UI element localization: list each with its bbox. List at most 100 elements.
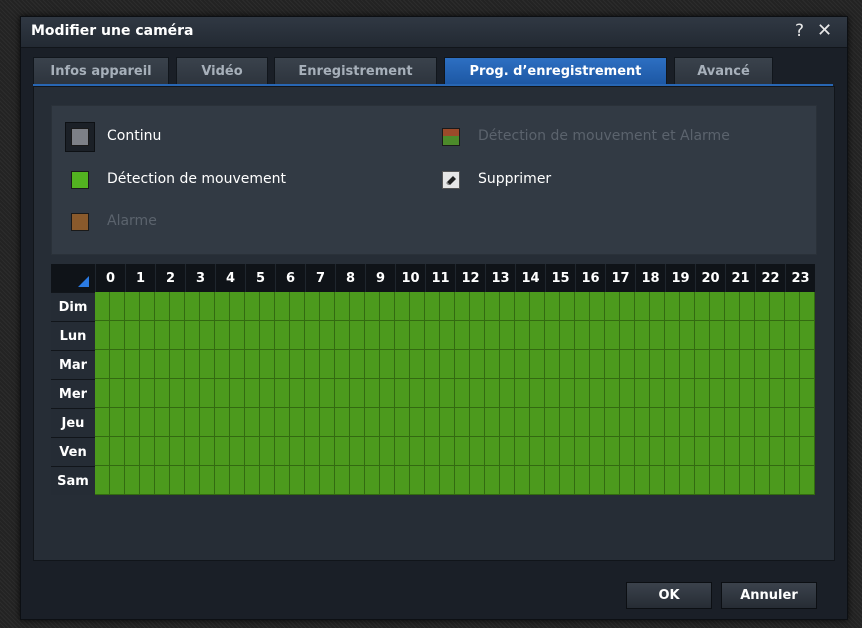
- schedule-cell[interactable]: [515, 408, 530, 437]
- schedule-cell[interactable]: [155, 466, 170, 495]
- schedule-cell[interactable]: [785, 292, 800, 321]
- schedule-cell[interactable]: [230, 466, 245, 495]
- schedule-cell[interactable]: [635, 350, 650, 379]
- schedule-cell[interactable]: [410, 466, 425, 495]
- schedule-cell[interactable]: [455, 292, 470, 321]
- schedule-cell[interactable]: [410, 350, 425, 379]
- schedule-cell[interactable]: [800, 379, 815, 408]
- schedule-cell[interactable]: [425, 292, 440, 321]
- schedule-cell[interactable]: [305, 321, 320, 350]
- schedule-cell[interactable]: [785, 408, 800, 437]
- ok-button[interactable]: OK: [626, 582, 712, 609]
- schedule-cell[interactable]: [560, 321, 575, 350]
- schedule-cell[interactable]: [620, 379, 635, 408]
- schedule-cell[interactable]: [365, 292, 380, 321]
- schedule-cell[interactable]: [140, 350, 155, 379]
- schedule-cell[interactable]: [800, 292, 815, 321]
- schedule-cell[interactable]: [185, 321, 200, 350]
- schedule-cell[interactable]: [320, 292, 335, 321]
- schedule-cell[interactable]: [485, 408, 500, 437]
- schedule-cell[interactable]: [755, 350, 770, 379]
- schedule-cell[interactable]: [515, 321, 530, 350]
- schedule-cell[interactable]: [785, 379, 800, 408]
- schedule-cell[interactable]: [500, 466, 515, 495]
- schedule-cell[interactable]: [680, 466, 695, 495]
- schedule-cell[interactable]: [770, 350, 785, 379]
- schedule-cell[interactable]: [290, 379, 305, 408]
- schedule-cell[interactable]: [710, 350, 725, 379]
- schedule-cell[interactable]: [695, 292, 710, 321]
- schedule-cell[interactable]: [755, 379, 770, 408]
- schedule-cell[interactable]: [260, 292, 275, 321]
- schedule-cell[interactable]: [410, 292, 425, 321]
- schedule-cell[interactable]: [425, 321, 440, 350]
- schedule-cell[interactable]: [710, 379, 725, 408]
- schedule-cell[interactable]: [470, 292, 485, 321]
- schedule-cell[interactable]: [620, 437, 635, 466]
- schedule-cell[interactable]: [380, 379, 395, 408]
- schedule-cell[interactable]: [170, 408, 185, 437]
- schedule-cell[interactable]: [740, 408, 755, 437]
- schedule-cell[interactable]: [350, 466, 365, 495]
- schedule-cell[interactable]: [185, 379, 200, 408]
- schedule-cell[interactable]: [200, 437, 215, 466]
- schedule-cell[interactable]: [470, 350, 485, 379]
- schedule-cell[interactable]: [230, 408, 245, 437]
- schedule-cell[interactable]: [170, 350, 185, 379]
- schedule-cell[interactable]: [380, 350, 395, 379]
- schedule-cell[interactable]: [410, 321, 425, 350]
- tab-recording-schedule[interactable]: Prog. d’enregistrement: [444, 57, 667, 85]
- schedule-cell[interactable]: [320, 466, 335, 495]
- schedule-cell[interactable]: [695, 350, 710, 379]
- schedule-cell[interactable]: [365, 408, 380, 437]
- schedule-cell[interactable]: [410, 408, 425, 437]
- hour-header[interactable]: 1: [125, 264, 155, 292]
- schedule-cell[interactable]: [605, 437, 620, 466]
- schedule-cell[interactable]: [635, 437, 650, 466]
- schedule-cell[interactable]: [695, 379, 710, 408]
- schedule-cell[interactable]: [230, 350, 245, 379]
- schedule-cell[interactable]: [95, 379, 110, 408]
- hour-header[interactable]: 23: [785, 264, 815, 292]
- schedule-cell[interactable]: [770, 321, 785, 350]
- schedule-cell[interactable]: [350, 408, 365, 437]
- schedule-cell[interactable]: [275, 408, 290, 437]
- schedule-cell[interactable]: [680, 321, 695, 350]
- schedule-cell[interactable]: [170, 321, 185, 350]
- schedule-cell[interactable]: [575, 437, 590, 466]
- schedule-cell[interactable]: [560, 379, 575, 408]
- hour-header[interactable]: 6: [275, 264, 305, 292]
- schedule-cell[interactable]: [380, 321, 395, 350]
- schedule-cell[interactable]: [140, 321, 155, 350]
- hour-header[interactable]: 18: [635, 264, 665, 292]
- schedule-cell[interactable]: [260, 437, 275, 466]
- schedule-cell[interactable]: [725, 466, 740, 495]
- day-label[interactable]: Jeu: [51, 408, 95, 437]
- schedule-cell[interactable]: [140, 466, 155, 495]
- schedule-cell[interactable]: [530, 292, 545, 321]
- schedule-cell[interactable]: [125, 408, 140, 437]
- schedule-cell[interactable]: [155, 321, 170, 350]
- schedule-cell[interactable]: [245, 350, 260, 379]
- schedule-cell[interactable]: [725, 321, 740, 350]
- schedule-cell[interactable]: [230, 321, 245, 350]
- schedule-cell[interactable]: [200, 408, 215, 437]
- schedule-cell[interactable]: [485, 350, 500, 379]
- schedule-cell[interactable]: [620, 350, 635, 379]
- schedule-cell[interactable]: [740, 379, 755, 408]
- schedule-cell[interactable]: [305, 379, 320, 408]
- schedule-cell[interactable]: [215, 350, 230, 379]
- schedule-cell[interactable]: [650, 466, 665, 495]
- schedule-cell[interactable]: [230, 379, 245, 408]
- hour-header[interactable]: 17: [605, 264, 635, 292]
- schedule-cell[interactable]: [410, 437, 425, 466]
- tab-recording[interactable]: Enregistrement: [274, 57, 437, 85]
- schedule-cell[interactable]: [710, 437, 725, 466]
- schedule-cell[interactable]: [725, 292, 740, 321]
- schedule-cell[interactable]: [665, 437, 680, 466]
- schedule-cell[interactable]: [665, 292, 680, 321]
- schedule-cell[interactable]: [590, 466, 605, 495]
- schedule-cell[interactable]: [575, 321, 590, 350]
- schedule-cell[interactable]: [440, 292, 455, 321]
- hour-header[interactable]: 16: [575, 264, 605, 292]
